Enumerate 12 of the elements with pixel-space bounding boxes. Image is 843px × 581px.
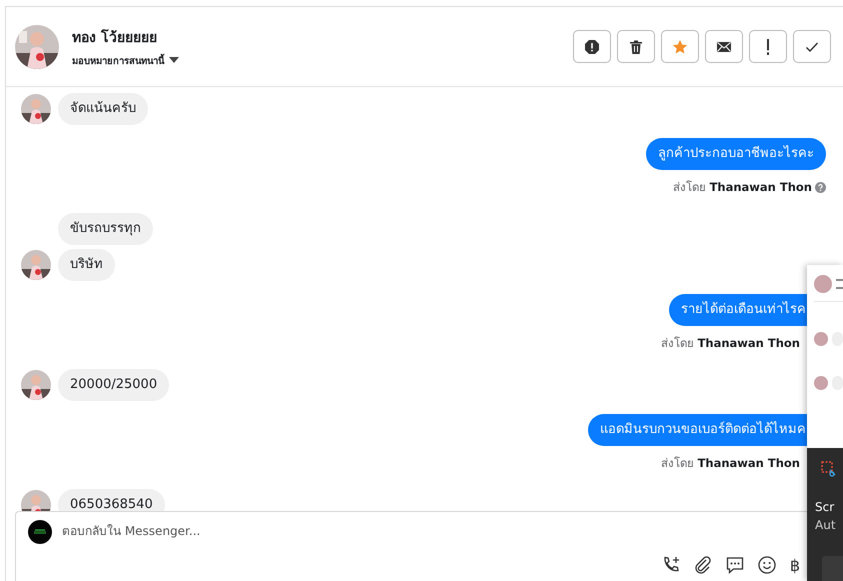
sender-label: ส่งโดย Thanawan Thon [672,179,812,196]
message-bubble: ขับรถบรรทุก [58,213,153,245]
message-bubble: ลูกค้าประกอบอาชีพอะไรคะ [646,138,826,170]
message-bubble: 0650368540 [58,489,165,511]
toast-text: Aut [815,518,836,532]
sender-label: ส่งโดย Thanawan Thon [660,455,800,472]
message-bubble: บริษัท [58,249,115,281]
toast-title: Scr [815,500,834,514]
message-bubble: จัดแน้นครับ [58,93,148,125]
contact-name: ทอง โว้ยยยยย [72,28,158,48]
message-bubble: 20000/25000 [58,369,170,401]
sender-label: ส่งโดย Thanawan Thon [660,335,800,352]
